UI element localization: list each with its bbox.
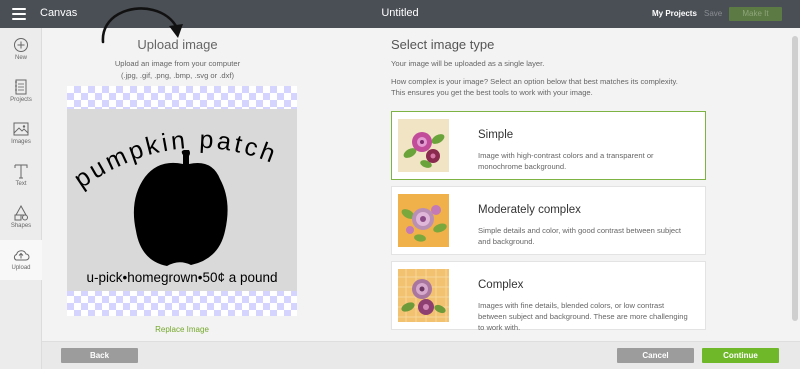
continue-button[interactable]: Continue <box>702 348 779 363</box>
upload-image-heading: Upload image <box>137 37 218 52</box>
save-button[interactable]: Save <box>704 9 722 18</box>
back-button[interactable]: Back <box>61 348 138 363</box>
select-description: Your image will be uploaded as a single … <box>391 58 678 98</box>
moderate-flowers-thumbnail <box>398 194 449 247</box>
upload-description-line: Upload an image from your computer <box>114 59 241 68</box>
vertical-scrollbar[interactable] <box>790 28 800 341</box>
plus-circle-icon <box>14 38 28 52</box>
sidebar-item-text[interactable]: Text <box>0 156 42 196</box>
sidebar-item-label: Projects <box>10 97 32 103</box>
app-name: Canvas <box>40 7 78 19</box>
option-title: Moderately complex <box>478 204 581 216</box>
sidebar-item-label: Upload <box>11 265 31 271</box>
upload-formats-line: (.jpg, .gif, .png, .bmp, .svg or .dxf) <box>120 70 235 80</box>
upload-description: Upload an image from your computer (.jpg… <box>80 58 275 82</box>
option-description: Simple details and color, with good cont… <box>478 226 682 246</box>
option-complex[interactable]: Complex Images with fine details, blende… <box>391 261 706 332</box>
option-title: Complex <box>478 279 524 291</box>
make-it-button[interactable]: Make It <box>729 7 782 21</box>
sidebar-item-label: Shapes <box>10 223 32 229</box>
complexity-note: This ensures you get the best tools to w… <box>391 88 593 97</box>
sidebar-item-label: New <box>14 55 27 61</box>
select-image-type-heading: Select image type <box>391 37 495 52</box>
option-description: Images with fine details, blended colors… <box>478 301 688 332</box>
cancel-button[interactable]: Cancel <box>617 348 694 363</box>
complexity-question: How complex is your image? Select an opt… <box>391 77 678 86</box>
projects-icon <box>15 79 27 95</box>
option-title: Simple <box>478 129 514 141</box>
image-icon <box>13 122 29 136</box>
sidebar-item-label: Text <box>15 181 27 187</box>
sidebar-item-upload[interactable]: Upload <box>0 240 42 280</box>
text-icon <box>14 164 28 179</box>
scrollbar-thumb[interactable] <box>792 36 798 321</box>
option-moderately-complex[interactable]: Moderately complex Simple details and co… <box>391 186 706 255</box>
complex-flowers-thumbnail <box>398 269 449 322</box>
sidebar-item-projects[interactable]: Projects <box>0 72 42 112</box>
pumpkin-silhouette <box>133 150 228 266</box>
sidebar-item-label: Images <box>11 139 31 145</box>
layer-note: Your image will be uploaded as a single … <box>391 59 545 68</box>
simple-flowers-thumbnail <box>398 119 449 172</box>
document-title[interactable]: Untitled <box>381 7 418 19</box>
option-description: Image with high-contrast colors and a tr… <box>478 151 654 171</box>
replace-image-link[interactable]: Replace Image <box>67 325 297 334</box>
sidebar-item-images[interactable]: Images <box>0 114 42 154</box>
shapes-icon <box>14 204 28 221</box>
artwork-subtitle-text: u-pick•homegrown•50¢ a pound <box>86 270 277 285</box>
pumpkin-patch-artwork: pumpkin patch u-pick•homegrown•50¢ a pou… <box>69 126 279 285</box>
hamburger-menu-icon[interactable] <box>12 8 26 20</box>
my-projects-link[interactable]: My Projects <box>652 9 697 18</box>
image-preview-canvas: pumpkin patch u-pick•homegrown•50¢ a pou… <box>67 109 297 291</box>
upload-cloud-icon <box>13 250 30 261</box>
sidebar-item-shapes[interactable]: Shapes <box>0 198 42 238</box>
image-preview: pumpkin patch u-pick•homegrown•50¢ a pou… <box>67 86 297 316</box>
left-sidebar: New Projects Images Text Shapes Upload <box>0 28 42 369</box>
sidebar-item-new[interactable]: New <box>0 30 42 70</box>
option-simple[interactable]: Simple Image with high-contrast colors a… <box>391 111 706 180</box>
